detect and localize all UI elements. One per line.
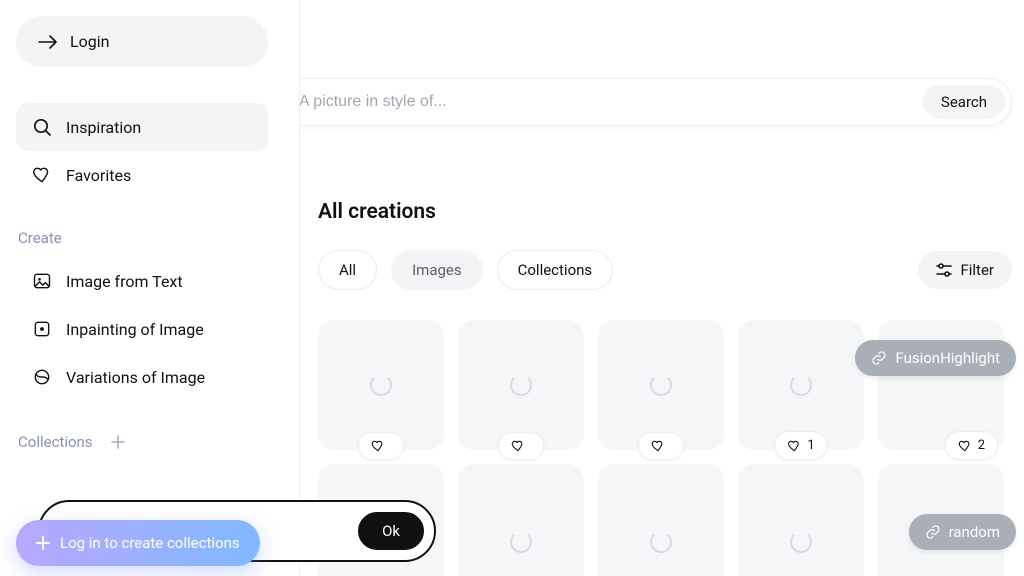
nav-inpainting[interactable]: Inpainting of Image	[16, 305, 268, 353]
creation-card[interactable]	[738, 464, 864, 576]
link-icon	[925, 524, 941, 540]
nav-inspiration[interactable]: Inspiration	[16, 103, 268, 151]
plus-icon	[36, 536, 50, 550]
like-button[interactable]	[498, 432, 544, 460]
sliders-icon	[936, 263, 952, 277]
filter-button[interactable]: Filter	[918, 251, 1012, 289]
tab-collections[interactable]: Collections	[497, 250, 614, 290]
login-cta-label: Log in to create collections	[60, 534, 240, 552]
creation-card[interactable]	[318, 320, 444, 450]
like-button[interactable]	[358, 432, 404, 460]
add-collection-button[interactable]	[107, 431, 129, 453]
section-collections: Collections	[18, 431, 283, 453]
nav-favorites-label: Favorites	[66, 166, 131, 185]
spinner-icon	[790, 374, 812, 396]
creation-card[interactable]	[458, 464, 584, 576]
spinner-icon	[650, 531, 672, 553]
nav-image-from-text-label: Image from Text	[66, 272, 183, 291]
main: Search All creations All Images Collecti…	[300, 0, 1024, 576]
tag-fusion-highlight[interactable]: FusionHighlight	[855, 340, 1016, 376]
section-create-label: Create	[18, 229, 283, 247]
sidebar: Login Inspiration Favorites Create Image…	[0, 0, 300, 576]
creation-card[interactable]	[598, 464, 724, 576]
login-button[interactable]: Login	[16, 16, 268, 67]
search-bar: Search	[300, 78, 1012, 126]
nav-inpainting-label: Inpainting of Image	[66, 320, 204, 339]
tag-fusion-label: FusionHighlight	[895, 349, 1000, 367]
nav-inspiration-label: Inspiration	[66, 118, 141, 137]
filter-label: Filter	[960, 261, 994, 279]
like-count: 2	[978, 438, 985, 453]
nav-variations[interactable]: Variations of Image	[16, 353, 268, 401]
creation-card[interactable]	[598, 320, 724, 450]
like-count: 1	[807, 438, 814, 453]
spinner-icon	[510, 531, 532, 553]
spinner-icon	[370, 374, 392, 396]
search-button[interactable]: Search	[923, 85, 1005, 119]
tag-random-label: random	[949, 523, 1000, 541]
arrow-right-icon	[38, 35, 58, 49]
heart-icon	[32, 165, 52, 185]
tab-all[interactable]: All	[318, 250, 377, 290]
image-icon	[32, 271, 52, 291]
spinner-icon	[650, 374, 672, 396]
creation-card[interactable]	[458, 320, 584, 450]
like-button[interactable]	[638, 432, 684, 460]
creation-card[interactable]: 1	[738, 320, 864, 450]
tabs-row: All Images Collections Filter	[318, 250, 1012, 290]
tag-random[interactable]: random	[909, 514, 1016, 550]
link-icon	[871, 350, 887, 366]
sidebar-nav: Inspiration Favorites	[16, 103, 283, 199]
search-icon	[32, 117, 52, 137]
tab-images[interactable]: Images	[391, 250, 483, 290]
spinner-icon	[510, 374, 532, 396]
spinner-icon	[790, 531, 812, 553]
section-collections-label: Collections	[18, 433, 93, 451]
like-button[interactable]: 1	[774, 431, 827, 460]
nav-image-from-text[interactable]: Image from Text	[16, 257, 268, 305]
variations-icon	[32, 367, 52, 387]
nav-variations-label: Variations of Image	[66, 368, 205, 387]
page-title: All creations	[318, 200, 1012, 224]
search-input[interactable]	[300, 93, 923, 111]
inpaint-icon	[32, 319, 52, 339]
login-cta-button[interactable]: Log in to create collections	[16, 520, 260, 566]
login-label: Login	[70, 32, 109, 51]
like-button[interactable]: 2	[945, 431, 998, 460]
cookie-toast-ok-button[interactable]: Ok	[358, 512, 424, 550]
nav-favorites[interactable]: Favorites	[16, 151, 268, 199]
